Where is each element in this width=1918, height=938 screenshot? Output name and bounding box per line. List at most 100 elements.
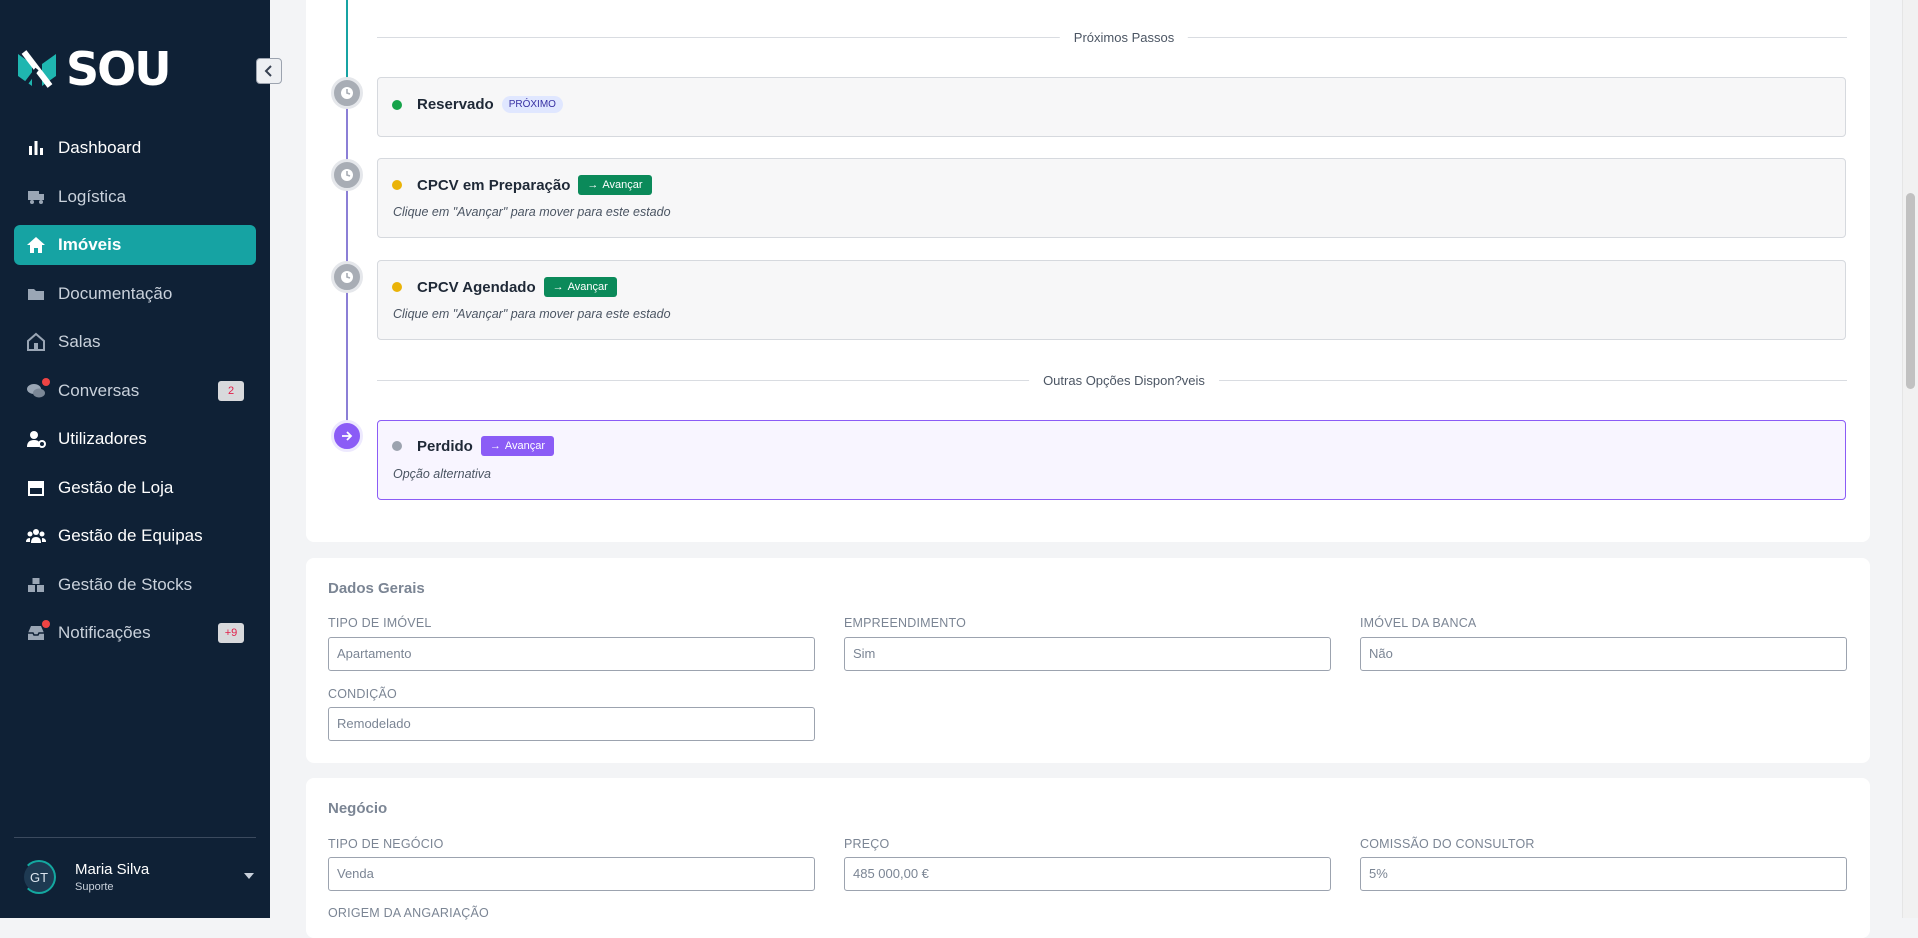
truck-icon [26,187,46,207]
other-options-label: Outras Opções Dispon?veis [1029,373,1219,388]
unread-dot [42,377,50,386]
field-label: CONDIÇÃO [328,687,397,701]
sidebar-item-gestao-stocks[interactable]: Gestão de Stocks [14,565,256,605]
step-title: CPCV em Preparação [417,176,571,194]
unread-dot [42,620,50,628]
inbox-icon [26,620,50,643]
collapse-sidebar-button[interactable] [256,58,282,84]
sidebar-item-label: Dashboard [58,138,142,157]
chevron-down-icon[interactable] [244,873,254,879]
imovel-banca-field[interactable]: Não [1360,637,1847,671]
user-menu[interactable]: GT Maria Silva Suporte [22,860,254,894]
advance-button-label: Avançar [504,440,545,452]
step-note: Clique em "Avançar" para mover para este… [393,307,671,321]
advance-button[interactable]: → Avançar [480,436,554,456]
field-label: PREÇO [844,837,890,851]
sidebar-divider [14,837,256,838]
next-steps-label: Próximos Passos [1059,30,1189,45]
scrollbar-thumb[interactable] [1906,193,1915,389]
sidebar-item-label: Utilizadores [58,429,147,448]
field-label: TIPO DE IMÓVEL [328,616,432,630]
sidebar-nav: Dashboard Logística Imóveis Documentação… [14,128,256,662]
step-title: Reservado [417,96,494,113]
clock-icon [341,271,353,283]
step-header: Perdido → Avançar [392,436,554,456]
sidebar-item-label: Logística [58,186,127,206]
preco-field[interactable]: 485 000,00 € [844,857,1331,891]
status-dot [392,180,402,190]
status-dot [392,99,402,110]
user-cog-icon [26,429,46,449]
arrow-right-icon: → [489,440,501,452]
sidebar-item-conversas[interactable]: Conversas 2 [14,371,256,411]
boxes-icon [26,575,46,595]
arrow-right-icon [342,431,353,441]
field-label: COMISSÃO DO CONSULTOR [1360,837,1535,851]
section-title: Negócio [328,800,388,817]
step-note: Clique em "Avançar" para mover para este… [393,205,671,219]
field-label: EMPREENDIMENTO [844,616,967,630]
field-label: TIPO DE NEGÓCIO [328,837,444,851]
logo-mark-icon [18,50,56,88]
user-name: Maria Silva [75,861,150,878]
step-reservado: Reservado PRÓXIMO [377,77,1846,137]
comissao-consultor-field[interactable]: 5% [1360,857,1847,891]
sidebar-item-documentacao[interactable]: Documentação [14,274,256,314]
sidebar-item-label: Imóveis [58,235,122,254]
tipo-negocio-field[interactable]: Venda [328,857,815,891]
negocio-card: Negócio TIPO DE NEGÓCIO Venda PREÇO 485 … [306,778,1870,938]
sidebar-item-label: Notificações [58,623,151,642]
building-icon [26,332,46,352]
sidebar-item-salas[interactable]: Salas [14,322,256,362]
store-icon [26,478,46,498]
step-title: CPCV Agendado [417,278,536,296]
sidebar-item-label: Salas [58,332,101,351]
timeline-alternative-marker [331,420,363,452]
step-cpcv-preparacao: CPCV em Preparação → Avançar Clique em "… [377,158,1846,238]
clock-icon [341,87,353,99]
tipo-imovel-field[interactable]: Apartamento [328,637,815,671]
next-badge: PRÓXIMO [501,96,563,113]
step-header: CPCV Agendado → Avançar [392,277,617,297]
sidebar-item-logistica[interactable]: Logística [14,177,256,217]
arrow-right-icon: → [552,281,564,293]
logo-text: SOU [66,42,172,96]
arrow-right-icon: → [587,179,599,191]
sidebar-item-label: Documentação [58,283,173,303]
step-header: CPCV em Preparação → Avançar [392,175,652,195]
users-icon [26,526,46,546]
step-title: Perdido [417,437,473,455]
step-perdido: Perdido → Avançar Opção alternativa [377,420,1846,500]
folder-icon [26,284,46,304]
vertical-scrollbar[interactable] [1902,0,1918,918]
sidebar-item-imoveis[interactable]: Imóveis [14,225,256,265]
sidebar-item-label: Gestão de Stocks [58,574,193,594]
sidebar-item-gestao-loja[interactable]: Gestão de Loja [14,468,256,508]
step-header: Reservado PRÓXIMO [392,96,563,113]
dados-gerais-card: Dados Gerais TIPO DE IMÓVEL Apartamento … [306,558,1870,763]
sidebar-item-gestao-equipas[interactable]: Gestão de Equipas [14,516,256,556]
empreendimento-field[interactable]: Sim [844,637,1331,671]
notificacoes-count-badge: +9 [218,623,244,643]
field-label: IMÓVEL DA BANCA [1360,616,1477,630]
sidebar-item-dashboard[interactable]: Dashboard [14,128,256,168]
sidebar: SOU Dashboard Logística Imóveis Document… [0,0,270,918]
sidebar-item-utilizadores[interactable]: Utilizadores [14,419,256,459]
condicao-field[interactable]: Remodelado [328,707,815,741]
avatar: GT [22,860,56,894]
step-note: Opção alternativa [393,467,491,481]
advance-button[interactable]: → Avançar [578,175,652,195]
sidebar-item-notificacoes[interactable]: Notificações +9 [14,613,256,653]
advance-button[interactable]: → Avançar [543,277,617,297]
bar-chart-icon [26,138,46,158]
timeline-step-marker [331,159,363,191]
chevron-left-icon [264,65,272,77]
sidebar-item-label: Gestão de Loja [58,477,174,497]
chat-icon [26,377,50,401]
sidebar-item-label: Gestão de Equipas [58,526,203,545]
advance-button-label: Avançar [602,179,643,191]
advance-button-label: Avançar [567,281,608,293]
app-logo[interactable]: SOU [14,42,172,96]
user-role: Suporte [75,881,114,893]
timeline-step-marker [331,77,363,109]
